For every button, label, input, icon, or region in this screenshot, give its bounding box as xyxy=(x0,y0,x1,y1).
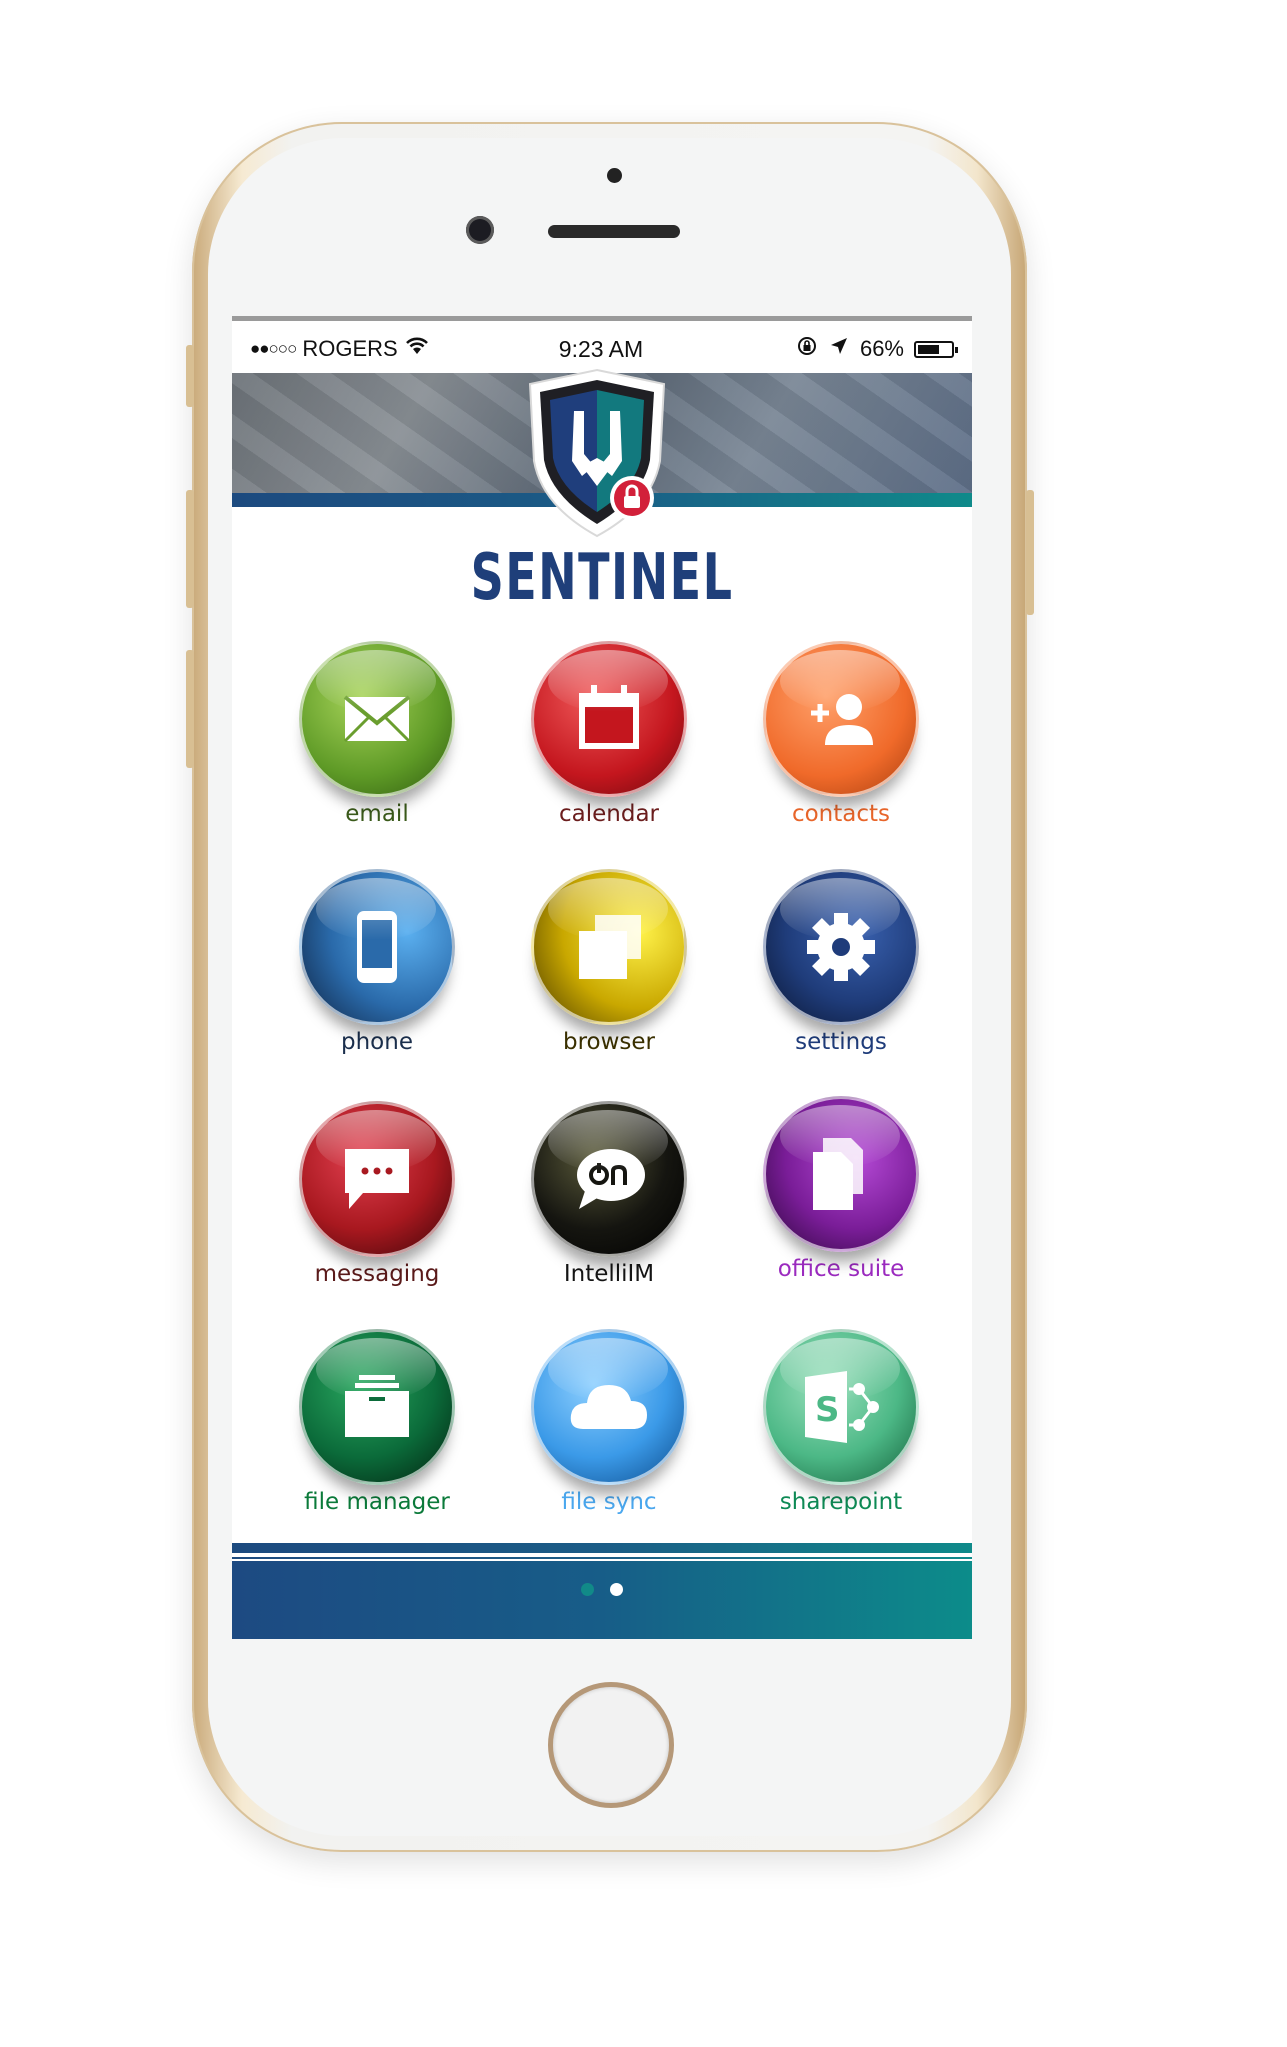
app-sharepoint[interactable]: S sharepoint xyxy=(736,1329,946,1515)
status-bar: ●●○○○ ROGERS 9:23 AM 66% xyxy=(238,331,964,367)
calendar-icon xyxy=(579,685,639,749)
earpiece-speaker xyxy=(548,225,680,238)
app-file-manager[interactable]: file manager xyxy=(272,1329,482,1515)
screen: ●●○○○ ROGERS 9:23 AM 66% SENTINEL email … xyxy=(232,316,972,1639)
page-dot-2[interactable] xyxy=(610,1583,623,1596)
app-label: file manager xyxy=(304,1489,450,1515)
app-label: email xyxy=(345,801,409,827)
brand-title: SENTINEL xyxy=(470,541,734,615)
app-messaging[interactable]: messaging xyxy=(272,1101,482,1287)
folder-icon xyxy=(345,1375,409,1437)
app-orb xyxy=(531,869,687,1025)
app-orb xyxy=(299,869,455,1025)
chat-bubble-icon xyxy=(345,1149,409,1209)
battery-percent: 66% xyxy=(859,336,904,361)
cloud-icon xyxy=(570,1385,647,1429)
app-label: file sync xyxy=(561,1489,657,1515)
on-chat-icon xyxy=(577,1149,645,1209)
app-email[interactable]: email xyxy=(272,641,482,827)
sharepoint-icon: S xyxy=(805,1371,879,1443)
front-camera xyxy=(466,216,494,244)
gear-icon xyxy=(807,913,875,981)
add-contact-icon xyxy=(811,694,873,745)
app-orb: S xyxy=(763,1329,919,1485)
svg-text:S: S xyxy=(815,1390,840,1430)
sentinel-shield-logo xyxy=(522,366,672,541)
app-orb xyxy=(763,1096,919,1252)
envelope-icon xyxy=(343,695,411,743)
app-orb xyxy=(299,1329,455,1485)
location-arrow-icon xyxy=(828,335,850,363)
app-orb xyxy=(299,641,455,797)
app-orb xyxy=(299,1101,455,1257)
app-label: messaging xyxy=(314,1261,440,1287)
app-calendar[interactable]: calendar xyxy=(504,641,714,827)
app-phone[interactable]: phone xyxy=(272,869,482,1055)
volume-down-button xyxy=(186,650,194,768)
app-label: calendar xyxy=(558,801,659,827)
footer-stripe xyxy=(232,1543,972,1559)
app-orb xyxy=(763,641,919,797)
app-orb xyxy=(531,641,687,797)
app-label: phone xyxy=(341,1029,413,1055)
app-orb xyxy=(763,869,919,1025)
page-dot-1[interactable] xyxy=(581,1583,594,1596)
app-label: office suite xyxy=(777,1256,905,1282)
windows-icon xyxy=(579,915,641,979)
app-label: settings xyxy=(795,1029,887,1055)
app-label: contacts xyxy=(791,801,891,827)
app-file-sync[interactable]: file sync xyxy=(504,1329,714,1515)
app-office-suite[interactable]: office suite xyxy=(736,1096,946,1282)
documents-icon xyxy=(813,1138,863,1210)
app-orb xyxy=(531,1101,687,1257)
smartphone-icon xyxy=(357,911,397,983)
volume-up-button xyxy=(186,490,194,608)
rotation-lock-icon xyxy=(796,335,818,363)
app-orb xyxy=(531,1329,687,1485)
battery-icon xyxy=(914,340,958,358)
app-label: IntelliIM xyxy=(563,1261,655,1287)
app-settings[interactable]: settings xyxy=(736,869,946,1055)
footer-bar xyxy=(232,1561,972,1639)
home-button[interactable] xyxy=(548,1682,674,1808)
page-indicator[interactable] xyxy=(232,1583,972,1596)
app-contacts[interactable]: contacts xyxy=(736,641,946,827)
app-browser[interactable]: browser xyxy=(504,869,714,1055)
app-label: browser xyxy=(562,1029,656,1055)
mute-switch xyxy=(186,345,194,407)
app-intelliim[interactable]: IntelliIM xyxy=(504,1101,714,1287)
proximity-sensor xyxy=(607,168,622,183)
power-button xyxy=(1026,490,1034,615)
battery-level xyxy=(918,344,939,354)
app-label: sharepoint xyxy=(779,1489,903,1515)
